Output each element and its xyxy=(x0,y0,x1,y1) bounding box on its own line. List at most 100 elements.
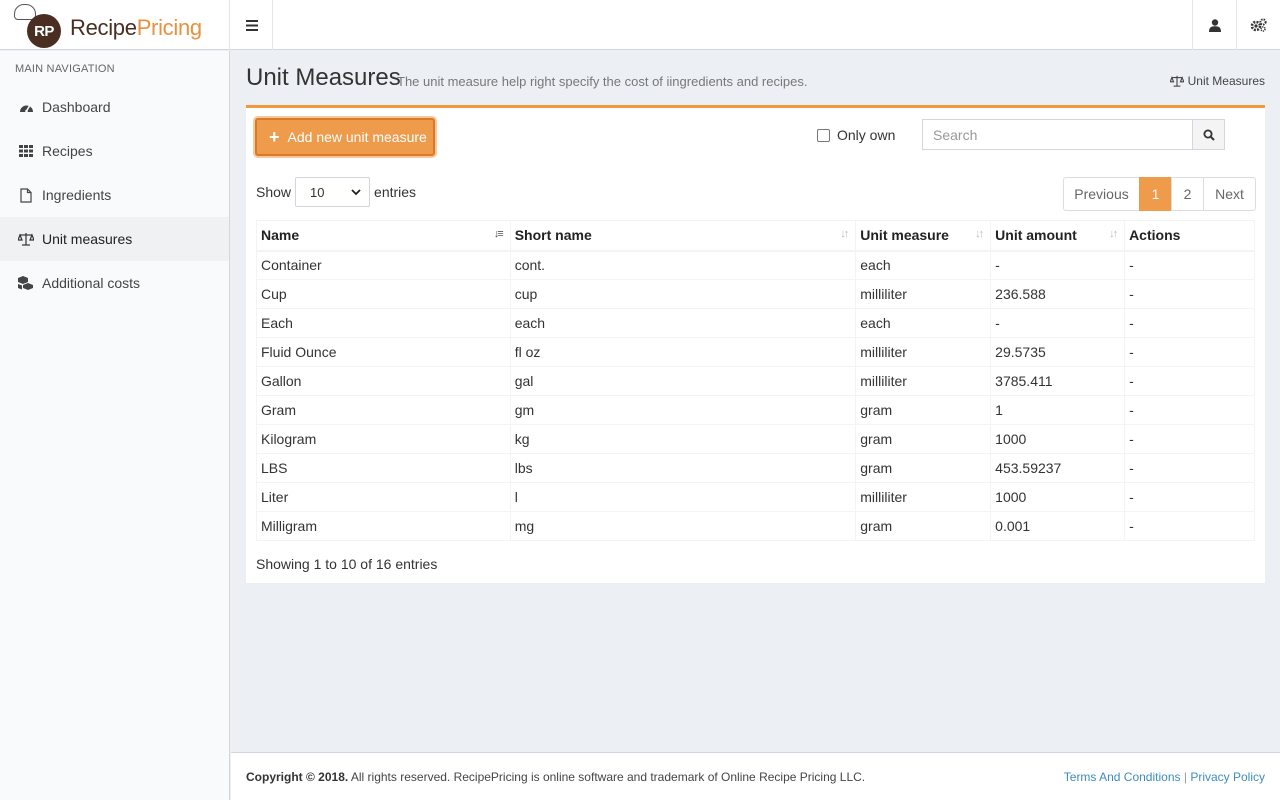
brand-logo[interactable]: RP RecipePricing xyxy=(0,0,230,50)
chevron-down-icon xyxy=(351,188,361,195)
gears-icon xyxy=(1250,18,1267,32)
file-icon xyxy=(18,187,34,203)
logo-initials: RP xyxy=(27,14,61,48)
only-own-checkbox[interactable] xyxy=(817,128,830,142)
table-cell: Milligram xyxy=(256,511,511,541)
table-row[interactable]: Fluid Ounce fl oz milliliter 29.5735- xyxy=(256,337,1255,367)
table-cell: gm xyxy=(509,395,857,425)
sidebar-item-label: Ingredients xyxy=(42,187,112,203)
table-cell: Liter xyxy=(256,482,511,512)
sort-icon: ↓↑ xyxy=(975,228,984,240)
dashboard-icon xyxy=(18,99,34,115)
unit-measures-box: + Add new unit measure Only own Show 10 … xyxy=(246,105,1265,583)
table-row[interactable]: LBS lbs gram 453.59237- xyxy=(256,453,1255,483)
sidebar-item-unit-measures[interactable]: Unit measures xyxy=(0,217,229,261)
show-label: Show xyxy=(256,184,292,200)
search-group xyxy=(922,119,1225,150)
table-row[interactable]: Gram gm gram 1- xyxy=(256,395,1255,425)
column-header-name[interactable]: Name ↓≡ xyxy=(256,220,511,252)
column-header-unit-measure[interactable]: Unit measure ↓↑ xyxy=(855,220,992,252)
cubes-icon xyxy=(18,275,34,291)
table-header-row: Name ↓≡ Short name ↓↑ Unit measure ↓↑ Unit … xyxy=(256,220,1255,252)
sidebar-item-ingredients[interactable]: Ingredients xyxy=(0,173,229,217)
table-cell: Gram xyxy=(256,395,511,425)
column-header-short-name[interactable]: Short name ↓↑ xyxy=(509,220,857,252)
table-cell: each xyxy=(509,308,857,338)
table-cell: - xyxy=(1124,453,1255,483)
entries-label: entries xyxy=(374,184,417,200)
table-row[interactable]: Gallon gal milliliter 3785.411- xyxy=(256,366,1255,396)
table-cell: - xyxy=(1124,366,1255,396)
nav-header: MAIN NAVIGATION xyxy=(15,63,115,75)
table-cell: cup xyxy=(509,279,857,309)
table-row[interactable]: Container cont. each - - xyxy=(256,250,1255,280)
user-icon xyxy=(1208,18,1221,32)
table-cell: - xyxy=(1124,250,1255,280)
table-cell: 3785.411 xyxy=(990,366,1126,396)
table-cell: gram xyxy=(855,453,992,483)
table-cell: kg xyxy=(509,424,857,454)
page-subtitle: The unit measure help right specify the … xyxy=(397,74,808,89)
page-title: Unit Measures xyxy=(246,64,401,91)
table-cell: 1000 xyxy=(990,482,1126,512)
sidebar-item-label: Unit measures xyxy=(42,231,133,247)
privacy-link[interactable]: Privacy Policy xyxy=(1190,770,1265,784)
table-cell: 1000 xyxy=(990,424,1126,454)
table-cell: - xyxy=(1124,337,1255,367)
sidebar-item-additional-costs[interactable]: Additional costs xyxy=(0,261,229,305)
page-size-select[interactable]: 10 xyxy=(295,177,371,207)
table-cell: lbs xyxy=(509,453,857,483)
footer-copyright: Copyright © 2018. All rights reserved. R… xyxy=(246,770,866,784)
chef-hat-logo-icon: RP xyxy=(14,2,62,48)
table-row[interactable]: Liter l milliliter 1000- xyxy=(256,482,1255,512)
previous-page-button[interactable]: Previous xyxy=(1063,177,1140,211)
table-cell: each xyxy=(855,308,992,338)
table-cell: milliliter xyxy=(855,337,992,367)
add-unit-measure-button[interactable]: + Add new unit measure xyxy=(255,118,435,156)
column-header-actions: Actions xyxy=(1124,220,1255,252)
page-1-button[interactable]: 1 xyxy=(1139,177,1172,211)
table-info: Showing 1 to 10 of 16 entries xyxy=(256,556,438,572)
table-cell: l xyxy=(509,482,857,512)
pagination: Previous 1 2 Next xyxy=(1063,177,1256,211)
brand-name: RecipePricing xyxy=(70,15,202,40)
search-button[interactable] xyxy=(1193,119,1225,150)
table-row[interactable]: Kilogram kg gram 1000- xyxy=(256,424,1255,454)
table-cell: - xyxy=(1124,308,1255,338)
sidebar-toggle-button[interactable] xyxy=(231,0,273,50)
table-cell: - xyxy=(990,308,1126,338)
breadcrumb-label: Unit Measures xyxy=(1187,74,1265,88)
search-input[interactable] xyxy=(922,119,1193,150)
table-cell: Kilogram xyxy=(256,424,511,454)
balance-scale-icon xyxy=(1169,75,1184,87)
table-cell: Gallon xyxy=(256,366,511,396)
footer: Copyright © 2018. All rights reserved. R… xyxy=(231,752,1280,800)
page-size-control: Show 10 entries xyxy=(256,177,416,207)
sidebar-item-label: Additional costs xyxy=(42,275,141,291)
page-size-value: 10 xyxy=(310,184,325,200)
sidebar-item-dashboard[interactable]: Dashboard xyxy=(0,85,229,129)
settings-button[interactable] xyxy=(1236,0,1280,50)
user-menu-button[interactable] xyxy=(1192,0,1236,50)
page-2-button[interactable]: 2 xyxy=(1171,177,1204,211)
table-cell: 0.001 xyxy=(990,511,1126,541)
next-page-button[interactable]: Next xyxy=(1203,177,1256,211)
search-icon xyxy=(1203,129,1215,141)
sidebar-item-label: Recipes xyxy=(42,143,93,159)
table-cell: each xyxy=(855,250,992,280)
column-header-unit-amount[interactable]: Unit amount ↓↑ xyxy=(990,220,1126,252)
table-cell: gram xyxy=(855,424,992,454)
table-row[interactable]: Milligram mg gram 0.001- xyxy=(256,511,1255,541)
breadcrumb[interactable]: Unit Measures xyxy=(1169,74,1265,88)
table-row[interactable]: Each each each - - xyxy=(256,308,1255,338)
unit-measures-table: Name ↓≡ Short name ↓↑ Unit measure ↓↑ Unit … xyxy=(256,220,1255,541)
sidebar-item-label: Dashboard xyxy=(42,99,111,115)
table-row[interactable]: Cup cup milliliter 236.588- xyxy=(256,279,1255,309)
terms-link[interactable]: Terms And Conditions xyxy=(1064,770,1181,784)
sidebar-item-recipes[interactable]: Recipes xyxy=(0,129,229,173)
table-cell: gram xyxy=(855,395,992,425)
sort-icon: ↓↑ xyxy=(1109,228,1118,240)
table-cell: 29.5735 xyxy=(990,337,1126,367)
content-header: Unit Measures The unit measure help righ… xyxy=(246,62,1266,94)
table-cell: - xyxy=(990,250,1126,280)
